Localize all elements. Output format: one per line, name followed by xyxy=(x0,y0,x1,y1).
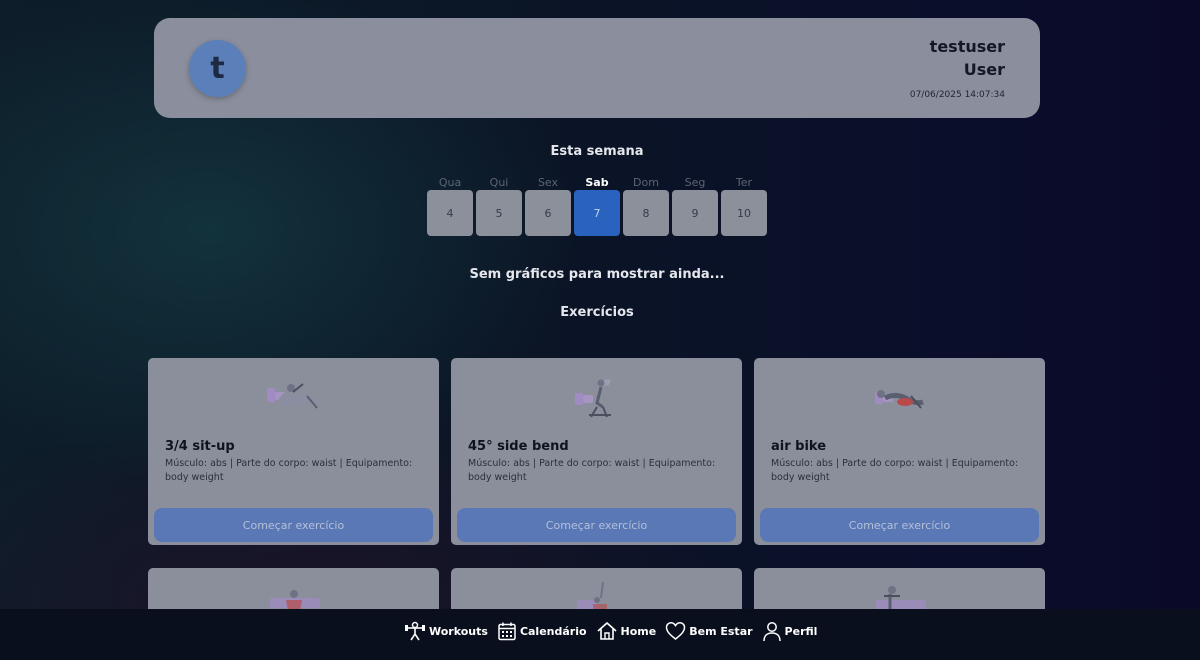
exercise-illustration xyxy=(875,390,924,409)
day-button[interactable]: 8 xyxy=(623,190,669,236)
day-sunday: Dom 8 xyxy=(623,175,669,236)
username: testuser xyxy=(929,37,1005,56)
profile-header: t testuser User 07/06/2025 14:07:34 xyxy=(154,18,1040,118)
user-info: testuser User 07/06/2025 14:07:34 xyxy=(910,35,1005,100)
week-day-selector: Qua 4 Qui 5 Sex 6 Sab 7 Dom 8 Seg 9 Ter … xyxy=(427,175,767,236)
heart-icon xyxy=(665,622,686,640)
day-button[interactable]: 6 xyxy=(525,190,571,236)
day-button[interactable]: 4 xyxy=(427,190,473,236)
person-icon xyxy=(762,621,781,641)
day-name: Qui xyxy=(489,176,509,189)
day-button[interactable]: 5 xyxy=(476,190,522,236)
exercise-illustration xyxy=(577,581,607,610)
nav-label: Bem Estar xyxy=(689,624,753,638)
user-role: User xyxy=(963,60,1005,79)
week-title: Esta semana xyxy=(550,144,644,159)
home-icon xyxy=(597,622,617,640)
exercise-description: Músculo: abs | Parte do corpo: waist | E… xyxy=(165,458,413,483)
day-name: Qua xyxy=(438,176,462,189)
exercise-card: air bike Músculo: abs | Parte do corpo: … xyxy=(754,358,1045,545)
nav-label: Perfil xyxy=(784,624,818,638)
day-wednesday: Qua 4 xyxy=(427,175,473,236)
exercise-illustration xyxy=(267,383,318,409)
day-name: Sex xyxy=(537,176,559,189)
start-exercise-button[interactable]: Começar exercício xyxy=(154,508,433,542)
nav-workouts[interactable]: Workouts xyxy=(404,620,488,642)
start-exercise-button[interactable]: Começar exercício xyxy=(760,508,1039,542)
day-button-selected[interactable]: 7 xyxy=(574,190,620,236)
exercise-illustration xyxy=(876,586,926,610)
bottom-navigation: Workouts Calendário Home Bem Estar Perfi… xyxy=(0,609,1200,660)
exercises-title: Exercícios xyxy=(560,305,634,320)
day-name: Dom xyxy=(633,176,659,189)
exercise-card-partial xyxy=(451,568,742,610)
nav-wellness[interactable]: Bem Estar xyxy=(665,621,753,641)
day-name: Ter xyxy=(735,176,753,189)
nav-profile[interactable]: Perfil xyxy=(762,621,818,642)
calendar-icon xyxy=(498,622,516,641)
day-button[interactable]: 10 xyxy=(721,190,767,236)
exercise-illustration xyxy=(270,590,320,610)
exercise-name: 45° side bend xyxy=(468,439,569,454)
current-datetime: 07/06/2025 14:07:34 xyxy=(909,90,1005,100)
nav-label: Workouts xyxy=(429,624,488,638)
exercise-card: 45° side bend Músculo: abs | Parte do co… xyxy=(451,358,742,545)
avatar[interactable]: t xyxy=(189,40,246,97)
charts-empty-message: Sem gráficos para mostrar ainda... xyxy=(469,267,725,282)
nav-home[interactable]: Home xyxy=(596,621,657,641)
day-friday: Sex 6 xyxy=(525,175,571,236)
exercise-description: Músculo: abs | Parte do corpo: waist | E… xyxy=(771,458,1019,483)
day-thursday: Qui 5 xyxy=(476,175,522,236)
day-name: Seg xyxy=(684,176,706,189)
nav-label: Calendário xyxy=(519,624,587,638)
day-button[interactable]: 9 xyxy=(672,190,718,236)
start-exercise-button[interactable]: Começar exercício xyxy=(457,508,736,542)
nav-calendar[interactable]: Calendário xyxy=(497,621,587,641)
day-tuesday: Ter 10 xyxy=(721,175,767,236)
exercise-description: Músculo: abs | Parte do corpo: waist | E… xyxy=(468,458,716,483)
dumbbell-person-icon xyxy=(405,621,425,641)
exercise-name: 3/4 sit-up xyxy=(165,439,235,454)
exercise-card-partial xyxy=(754,568,1045,610)
exercise-card-partial xyxy=(148,568,439,610)
day-monday: Seg 9 xyxy=(672,175,718,236)
exercise-illustration xyxy=(575,379,611,418)
exercise-card: 3/4 sit-up Músculo: abs | Parte do corpo… xyxy=(148,358,439,545)
exercise-name: air bike xyxy=(771,439,827,454)
nav-label: Home xyxy=(620,624,657,638)
day-name: Sab xyxy=(585,176,609,189)
day-saturday: Sab 7 xyxy=(574,175,620,236)
